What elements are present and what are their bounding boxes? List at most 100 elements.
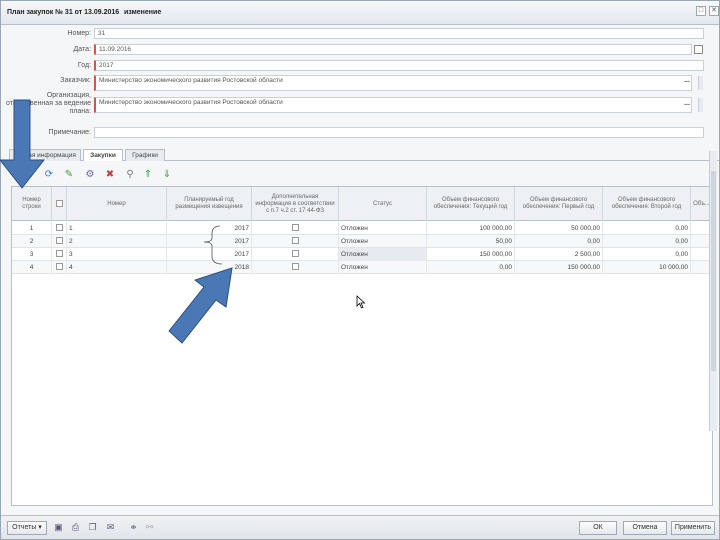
row-checkbox-cell[interactable]: [52, 222, 67, 235]
settings-icon[interactable]: ⚙: [84, 169, 96, 181]
date-field[interactable]: 11.09.2016: [94, 44, 692, 55]
row-fin-first: 0,00: [515, 235, 603, 248]
scrollbar-thumb[interactable]: [711, 171, 716, 371]
unlink-icon[interactable]: ⚯: [144, 522, 155, 533]
apply-button[interactable]: Применить: [671, 521, 715, 535]
row-number: 4: [12, 261, 52, 274]
row-fin-current: 0,00: [427, 261, 515, 274]
extra-info-checkbox[interactable]: [291, 263, 299, 271]
tab-schedules[interactable]: Графики: [125, 149, 165, 161]
edit-icon[interactable]: ✎: [63, 169, 75, 181]
org-scrollbar[interactable]: [698, 98, 703, 112]
row-status: Отложен: [339, 222, 427, 235]
select-all-checkbox[interactable]: [55, 200, 63, 207]
table-row[interactable]: 1 1 2017 Отложен 100 000,00 50 000,00 0,…: [12, 222, 712, 235]
header-row-number[interactable]: Номер строки: [12, 187, 52, 221]
filter-icon[interactable]: ⚲: [124, 169, 136, 181]
customer-scrollbar[interactable]: [698, 76, 703, 90]
row-number: 1: [12, 222, 52, 235]
add-icon[interactable]: ✚: [13, 169, 25, 181]
row-fin-second: 10 000,00: [603, 261, 691, 274]
bottom-bar: Отчеты ▾ ▣ ⎙ ❐ ✉ ⚭ ⚯ ОК Отмена Применить: [1, 515, 719, 539]
row-extra-info: [252, 261, 339, 274]
row-checkbox[interactable]: [55, 263, 63, 271]
maximize-icon[interactable]: □: [696, 6, 706, 16]
row-checkbox-cell[interactable]: [52, 261, 67, 274]
window-scrollbar[interactable]: [709, 151, 717, 431]
print-icon[interactable]: ⎙: [70, 522, 81, 533]
date-label: Дата:: [73, 46, 91, 53]
table-row[interactable]: 4 4 2018 Отложен 0,00 150 000,00 10 000,…: [12, 261, 712, 274]
row-fin-first: 150 000,00: [515, 261, 603, 274]
row-status: Отложен: [339, 261, 427, 274]
chevron-down-icon[interactable]: ▾: [25, 169, 37, 181]
row-status: Отложен: [339, 248, 427, 261]
header-fin-current[interactable]: Объем финансового обеспечения: Текущий г…: [427, 187, 515, 221]
window-status: изменение: [124, 9, 162, 16]
row-checkbox[interactable]: [55, 237, 63, 245]
row-fin-current: 50,00: [427, 235, 515, 248]
plan-window: План закупок № 31 от 13.09.2016 изменени…: [0, 0, 720, 540]
header-number[interactable]: Номер: [67, 187, 167, 221]
header-fin-second[interactable]: Объем финансового обеспечения: Второй го…: [603, 187, 691, 221]
header-select-all[interactable]: [52, 187, 67, 221]
close-icon[interactable]: ✕: [709, 6, 719, 16]
reports-button[interactable]: Отчеты ▾: [7, 521, 47, 535]
row-fin-first: 2 500,00: [515, 248, 603, 261]
row-planned-year: 2017: [167, 235, 252, 248]
note-label: Примечание:: [48, 129, 91, 136]
customer-select-button[interactable]: ...: [682, 77, 692, 87]
row-extra-info: [252, 235, 339, 248]
save-icon[interactable]: ▣: [53, 522, 64, 533]
move-up-icon[interactable]: ⇑: [142, 169, 154, 181]
header-extra-info[interactable]: Дополнительная информация в соответствии…: [252, 187, 339, 221]
row-purchase-number: 1: [67, 222, 167, 235]
tab-purchases[interactable]: Закупки: [83, 149, 123, 161]
table-header: Номер строки Номер Планируемый год разме…: [12, 187, 712, 221]
number-field[interactable]: 31: [94, 28, 704, 39]
purchases-table: Номер строки Номер Планируемый год разме…: [11, 186, 713, 506]
row-purchase-number: 2: [67, 235, 167, 248]
plan-form: Номер: 31 Дата: 11.09.2016 Год: 2017 Зак…: [1, 25, 719, 149]
org-field[interactable]: Министерство экономического развития Рос…: [94, 97, 692, 113]
header-planned-year[interactable]: Планируемый год размещения извещения: [167, 187, 252, 221]
number-label: Номер:: [67, 30, 92, 37]
org-select-button[interactable]: ...: [682, 100, 692, 110]
row-extra-info: [252, 222, 339, 235]
row-planned-year: 2018: [167, 261, 252, 274]
refresh-icon[interactable]: ⟳: [43, 169, 55, 181]
header-fin-first[interactable]: Объем финансового обеспечения: Первый го…: [515, 187, 603, 221]
cancel-button[interactable]: Отмена: [623, 521, 667, 535]
calendar-icon[interactable]: [694, 45, 703, 54]
row-fin-second: 0,00: [603, 248, 691, 261]
customer-field[interactable]: Министерство экономического развития Рос…: [94, 75, 692, 91]
year-field[interactable]: 2017: [94, 60, 704, 71]
extra-info-checkbox[interactable]: [291, 250, 299, 258]
row-fin-first: 50 000,00: [515, 222, 603, 235]
row-number: 3: [12, 248, 52, 261]
header-status[interactable]: Статус: [339, 187, 427, 221]
link-icon[interactable]: ⚭: [128, 522, 139, 533]
tab-general-info[interactable]: Общая информация: [9, 149, 81, 161]
delete-icon[interactable]: ✖: [104, 169, 116, 181]
org-label-line-2: ответственная за ведение: [5, 100, 91, 107]
window-title: План закупок № 31 от 13.09.2016: [7, 9, 120, 16]
mouse-cursor-icon: [356, 295, 366, 309]
grid-toolbar: ✚ ▾ ⟳ ✎ ⚙ ✖ ⚲ ⇑ ⇓: [11, 167, 211, 185]
row-checkbox-cell[interactable]: [52, 248, 67, 261]
extra-info-checkbox[interactable]: [291, 237, 299, 245]
row-status: Отложен: [339, 235, 427, 248]
table-row[interactable]: 3 3 2017 Отложен 150 000,00 2 500,00 0,0…: [12, 248, 712, 261]
row-checkbox[interactable]: [55, 250, 63, 258]
ok-button[interactable]: ОК: [579, 521, 617, 535]
row-extra-info: [252, 248, 339, 261]
attach-icon[interactable]: ✉: [105, 522, 116, 533]
row-checkbox-cell[interactable]: [52, 235, 67, 248]
row-planned-year: 2017: [167, 248, 252, 261]
row-checkbox[interactable]: [55, 224, 63, 232]
extra-info-checkbox[interactable]: [291, 224, 299, 232]
note-field[interactable]: [94, 127, 704, 138]
table-row[interactable]: 2 2 2017 Отложен 50,00 0,00 0,00: [12, 235, 712, 248]
copy-icon[interactable]: ❐: [87, 522, 98, 533]
move-down-icon[interactable]: ⇓: [161, 169, 173, 181]
